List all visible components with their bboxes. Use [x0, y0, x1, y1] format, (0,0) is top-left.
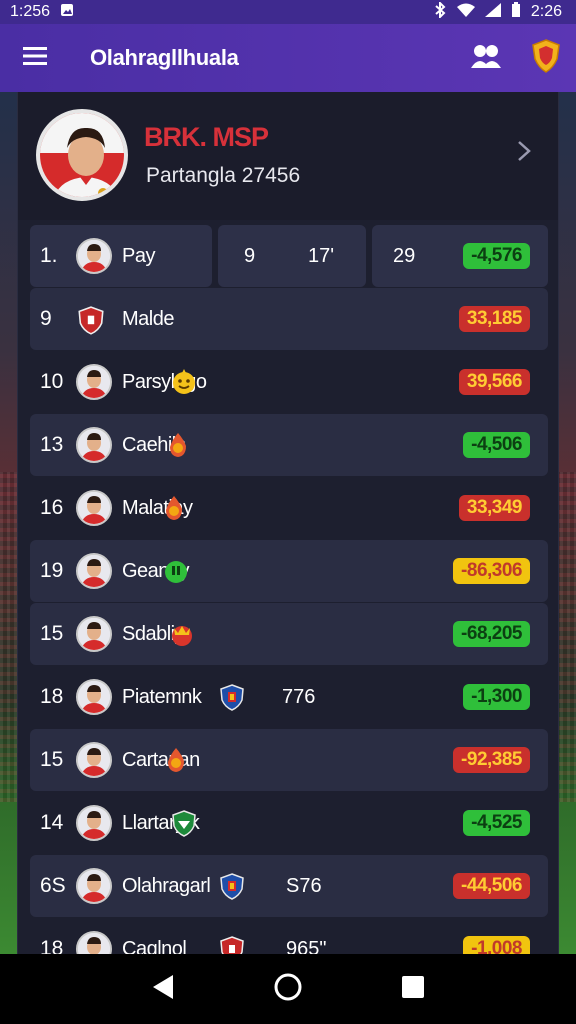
player-avatar	[76, 238, 112, 274]
score-badge: -44,506	[453, 873, 530, 899]
row-rank: 18	[40, 937, 64, 954]
score-badge: -68,205	[453, 621, 530, 647]
leaderboard-row[interactable]: 15 Cartarian -92,385	[30, 729, 548, 791]
leaderboard-row[interactable]: 18 Caqlnol 965" -1,008	[30, 918, 548, 954]
shield-red-icon	[218, 935, 246, 954]
leaderboard-row-first[interactable]: 1. Pay 9 17' 29 -4,576	[30, 225, 548, 287]
recents-square-icon	[401, 975, 425, 1004]
row-rank: 14	[40, 811, 64, 834]
player-name: Malde	[122, 307, 174, 330]
flame-badge-icon	[164, 431, 192, 459]
app-bar: Olahragllhuala	[0, 24, 576, 92]
row-rank: 19	[40, 559, 64, 582]
status-time-right: 2:26	[530, 3, 562, 20]
row-rank: 16	[40, 496, 64, 519]
player-avatar	[76, 679, 112, 715]
player-avatar	[76, 868, 112, 904]
leaderboard-row[interactable]: 19 Geanay -86,306	[30, 540, 548, 602]
profile-avatar	[36, 109, 128, 201]
club-badge-button[interactable]	[516, 24, 576, 92]
row-rank: 10	[40, 370, 64, 393]
crown-badge-icon	[168, 620, 196, 648]
crest-blue-icon	[218, 872, 246, 900]
stat-value: 776	[282, 685, 316, 708]
leaderboard-row[interactable]: 15 Sdabliy -68,205	[30, 603, 548, 665]
row-cell-stats	[218, 225, 366, 287]
player-avatar	[76, 553, 112, 589]
flame-badge-icon	[162, 746, 190, 774]
signal-icon	[484, 2, 501, 22]
score-badge: 33,349	[458, 495, 530, 521]
leaderboard-row[interactable]: 16 Malatiay 33,349	[30, 477, 548, 539]
player-name: Caqlnol	[122, 937, 187, 955]
profile-name: BRK. MSP	[144, 122, 269, 152]
photo-icon	[60, 3, 74, 22]
back-button[interactable]	[143, 969, 183, 1009]
score-badge: -1,008	[463, 936, 530, 954]
bluetooth-icon	[433, 0, 447, 23]
stat-value-a: 9	[244, 244, 256, 267]
wifi-icon	[456, 3, 475, 22]
shield-icon	[531, 38, 561, 78]
score-badge: -86,306	[453, 558, 530, 584]
player-avatar	[76, 742, 112, 778]
recents-button[interactable]	[393, 969, 433, 1009]
leaderboard-row[interactable]: 13 Caehils -4,506	[30, 414, 548, 476]
player-avatar	[76, 805, 112, 841]
status-bar: 1:256 2:26	[0, 0, 576, 24]
flame-badge-icon	[160, 494, 188, 522]
score-badge: 39,566	[458, 369, 530, 395]
back-triangle-icon	[151, 974, 175, 1005]
leaderboard-row[interactable]: 18 Piatemnk 776 -1,300	[30, 666, 548, 728]
shield-red-icon	[76, 305, 104, 335]
leaderboard-row[interactable]: 6S Olahragarl S76 -44,506	[30, 855, 548, 917]
system-nav-bar	[0, 954, 576, 1024]
stat-value-c: 29	[393, 244, 416, 267]
player-avatar	[76, 616, 112, 652]
row-rank: 13	[40, 433, 64, 456]
row-rank: 1.	[40, 244, 58, 267]
score-badge: -4,525	[463, 810, 530, 836]
player-name: Olahragarl	[122, 874, 211, 897]
crest-green-icon	[170, 809, 198, 837]
leaderboard-row[interactable]: 10 Parsylngo 39,566	[30, 351, 548, 413]
green-badge-icon	[162, 557, 190, 585]
leaderboard-row[interactable]: 14 Llartary ĸ -4,525	[30, 792, 548, 854]
status-time-left: 1:256	[10, 3, 51, 20]
menu-button[interactable]	[0, 24, 70, 92]
battery-icon	[511, 1, 521, 23]
score-badge: -92,385	[453, 747, 530, 773]
stat-value: 965"	[286, 937, 327, 955]
home-circle-icon	[273, 972, 303, 1007]
score-badge: 33,185	[458, 306, 530, 332]
crest-blue-icon	[218, 683, 246, 711]
leaderboard-panel: BRK. MSP Partangla 27456 1. Pay 9 17' 29…	[17, 92, 559, 954]
score-badge: -1,300	[463, 684, 530, 710]
people-icon	[469, 42, 503, 75]
player-avatar	[76, 931, 112, 954]
app-title: Olahragllhuala	[90, 45, 239, 70]
player-avatar	[76, 364, 112, 400]
player-avatar	[76, 427, 112, 463]
player-avatar	[76, 490, 112, 526]
row-rank: 6S	[40, 874, 66, 897]
chevron-right-icon	[516, 140, 532, 167]
friends-button[interactable]	[456, 24, 516, 92]
hamburger-menu-icon	[23, 46, 47, 71]
row-rank: 18	[40, 685, 64, 708]
row-rank: 15	[40, 622, 64, 645]
leaderboard-row[interactable]: 9 Malde 33,185	[30, 288, 548, 350]
player-name: Pay	[122, 244, 155, 267]
stat-value: S76	[286, 874, 322, 897]
score-badge: -4,506	[463, 432, 530, 458]
row-rank: 9	[40, 307, 52, 330]
profile-subtitle: Partangla 27456	[146, 164, 301, 187]
player-name: Piatemnk	[122, 685, 202, 708]
score-badge: -4,576	[463, 243, 530, 269]
smiley-badge-icon	[170, 368, 198, 396]
stat-value-b: 17'	[308, 244, 335, 267]
home-button[interactable]	[268, 969, 308, 1009]
row-rank: 15	[40, 748, 64, 771]
profile-header[interactable]: BRK. MSP Partangla 27456	[18, 92, 558, 220]
